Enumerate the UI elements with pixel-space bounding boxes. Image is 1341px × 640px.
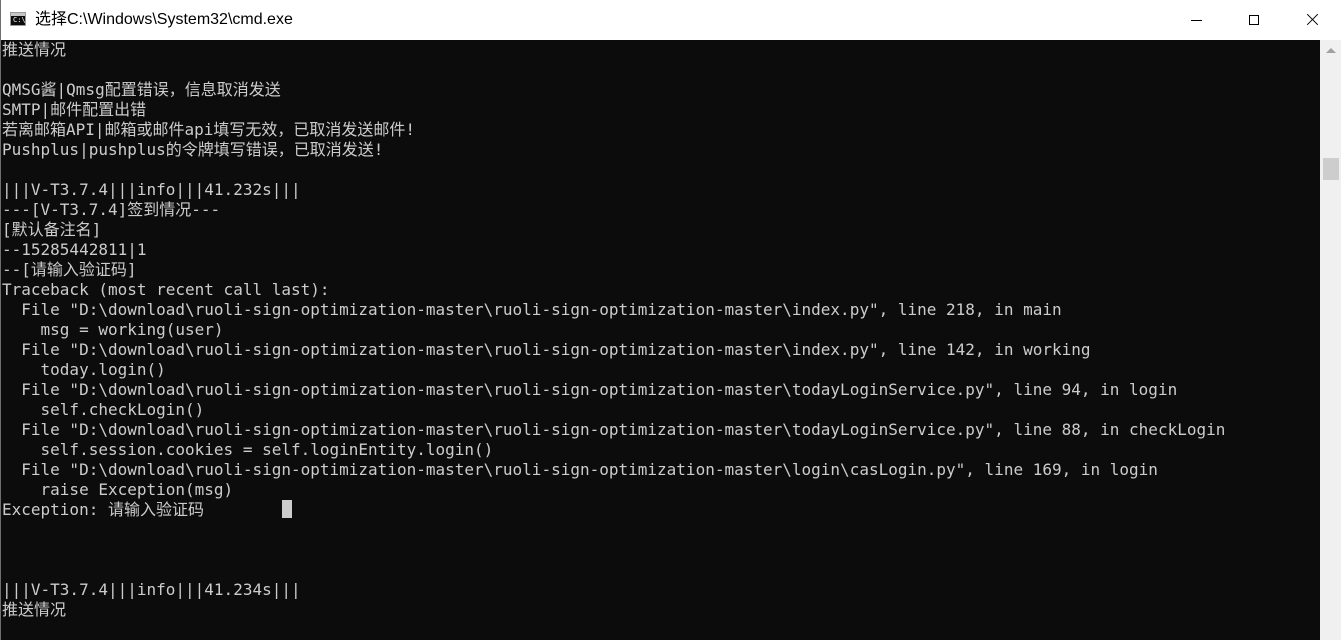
console-line: File "D:\download\ruoli-sign-optimizatio… [2,340,1091,359]
console-line: ---[V-T3.7.4]签到情况--- [2,200,221,219]
console-line: |||V-T3.7.4|||info|||41.234s||| [2,580,301,599]
console-line: SMTP|邮件配置出错 [2,100,147,119]
cmd-window: C:\ 选择C:\Windows\System32\cmd.exe 推送情况 QM… [0,0,1341,640]
console-line: File "D:\download\ruoli-sign-optimizatio… [2,460,1158,479]
console-line: 若离邮箱API|邮箱或邮件api填写无效，已取消发送邮件! [2,120,416,139]
console-line: self.checkLogin() [2,400,205,419]
cmd-icon[interactable]: C:\ [10,12,26,26]
close-icon [1305,13,1319,27]
console-line: 推送情况 [2,600,67,619]
console-line: Traceback (most recent call last): [2,280,330,299]
console-output[interactable]: 推送情况 QMSG酱|Qmsg配置错误，信息取消发送 SMTP|邮件配置出错 若离邮箱… [2,40,1320,640]
minimize-icon [1190,19,1202,21]
text-cursor [282,500,292,518]
console-line: self.session.cookies = self.loginEntity.… [2,440,494,459]
console-line: Exception: 请输入验证码 [2,500,204,519]
console-line: today.login() [2,360,166,379]
maximize-icon [1249,15,1259,25]
console-line: QMSG酱|Qmsg配置错误，信息取消发送 [2,80,281,99]
console-line: --[请输入验证码] [2,260,137,279]
close-button[interactable] [1283,0,1341,40]
cmd-icon-prompt: C:\ [13,16,26,24]
console-line: File "D:\download\ruoli-sign-optimizatio… [2,300,1062,319]
vertical-scrollbar[interactable] [1320,40,1341,640]
console-line: --15285442811|1 [2,240,147,259]
console-line: File "D:\download\ruoli-sign-optimizatio… [2,380,1178,399]
console-line: msg = working(user) [2,320,224,339]
window-title: 选择C:\Windows\System32\cmd.exe [35,11,293,28]
title-bar[interactable]: C:\ 选择C:\Windows\System32\cmd.exe [1,0,1341,40]
scroll-up-button[interactable] [1320,40,1341,60]
console-line: Pushplus|pushplus的令牌填写错误，已取消发送! [2,140,384,159]
console-line: raise Exception(msg) [2,480,234,499]
console-line: [默认备注名] [2,220,102,239]
console-line: File "D:\download\ruoli-sign-optimizatio… [2,420,1226,439]
minimize-button[interactable] [1167,0,1225,40]
chevron-up-icon [1326,47,1336,53]
console-line: |||V-T3.7.4|||info|||41.232s||| [2,180,301,199]
console-line: 推送情况 [2,40,67,59]
scroll-thumb[interactable] [1323,158,1339,180]
maximize-button[interactable] [1225,0,1283,40]
